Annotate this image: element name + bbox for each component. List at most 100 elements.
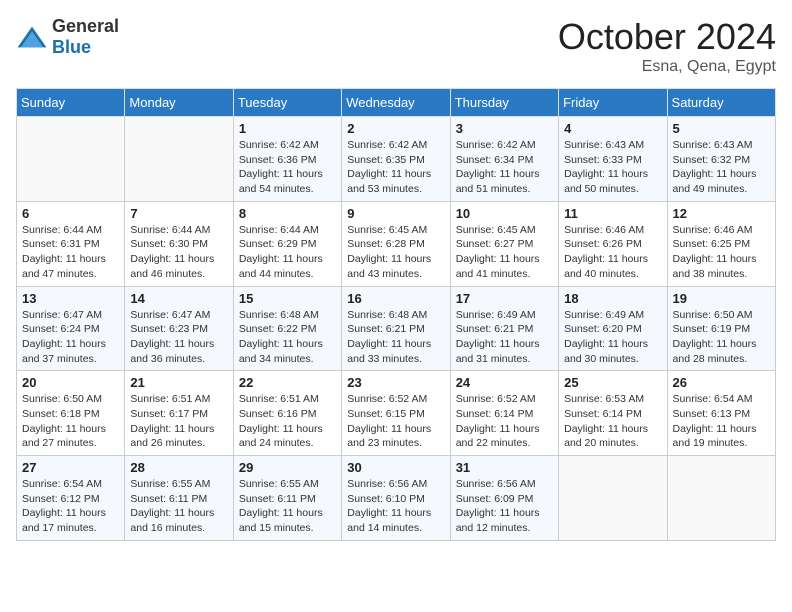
sunrise-text: Sunrise: 6:48 AM [239, 309, 319, 321]
day-number: 31 [456, 460, 553, 475]
daylight-text: Daylight: 11 hours and 44 minutes. [239, 253, 323, 280]
day-number: 29 [239, 460, 336, 475]
sunrise-text: Sunrise: 6:54 AM [673, 393, 753, 405]
table-row: 1Sunrise: 6:42 AMSunset: 6:36 PMDaylight… [233, 117, 341, 202]
page-header: General Blue October 2024 Esna, Qena, Eg… [16, 16, 776, 76]
day-number: 24 [456, 375, 553, 390]
day-info: Sunrise: 6:51 AMSunset: 6:16 PMDaylight:… [239, 392, 336, 451]
sunset-text: Sunset: 6:21 PM [347, 323, 425, 335]
day-number: 14 [130, 291, 227, 306]
daylight-text: Daylight: 11 hours and 41 minutes. [456, 253, 540, 280]
sunset-text: Sunset: 6:31 PM [22, 238, 100, 250]
sunset-text: Sunset: 6:19 PM [673, 323, 751, 335]
sunrise-text: Sunrise: 6:53 AM [564, 393, 644, 405]
daylight-text: Daylight: 11 hours and 30 minutes. [564, 338, 648, 365]
location-title: Esna, Qena, Egypt [558, 58, 776, 76]
daylight-text: Daylight: 11 hours and 47 minutes. [22, 253, 106, 280]
day-number: 10 [456, 206, 553, 221]
sunset-text: Sunset: 6:30 PM [130, 238, 208, 250]
sunset-text: Sunset: 6:20 PM [564, 323, 642, 335]
day-number: 4 [564, 121, 661, 136]
sunrise-text: Sunrise: 6:45 AM [456, 224, 536, 236]
calendar-header-row: Sunday Monday Tuesday Wednesday Thursday… [17, 89, 776, 117]
daylight-text: Daylight: 11 hours and 12 minutes. [456, 507, 540, 534]
day-number: 15 [239, 291, 336, 306]
day-info: Sunrise: 6:55 AMSunset: 6:11 PMDaylight:… [239, 477, 336, 536]
sunset-text: Sunset: 6:21 PM [456, 323, 534, 335]
daylight-text: Daylight: 11 hours and 38 minutes. [673, 253, 757, 280]
logo-icon [16, 25, 48, 49]
daylight-text: Daylight: 11 hours and 17 minutes. [22, 507, 106, 534]
col-wednesday: Wednesday [342, 89, 450, 117]
table-row [667, 456, 775, 541]
table-row: 17Sunrise: 6:49 AMSunset: 6:21 PMDayligh… [450, 286, 558, 371]
table-row: 19Sunrise: 6:50 AMSunset: 6:19 PMDayligh… [667, 286, 775, 371]
table-row: 22 Sunrise: 6:51 AMSunset: 6:16 PMDayligh… [233, 371, 341, 456]
day-info: Sunrise: 6:56 AMSunset: 6:10 PMDaylight:… [347, 477, 444, 536]
sunrise-text: Sunrise: 6:49 AM [456, 309, 536, 321]
day-info: Sunrise: 6:44 AMSunset: 6:29 PMDaylight:… [239, 223, 336, 282]
sunset-text: Sunset: 6:10 PM [347, 493, 425, 505]
day-info: Sunrise: 6:44 AM Sunset: 6:31 PM Daylight:… [22, 223, 119, 282]
day-number: 19 [673, 291, 770, 306]
day-info: Sunrise: 6:47 AMSunset: 6:24 PMDaylight:… [22, 308, 119, 367]
col-tuesday: Tuesday [233, 89, 341, 117]
logo-general: General [52, 16, 119, 36]
sunrise-text: Sunrise: 6:55 AM [239, 478, 319, 490]
table-row: 12Sunrise: 6:46 AMSunset: 6:25 PMDayligh… [667, 201, 775, 286]
sunrise-text: Sunrise: 6:42 AM [456, 139, 536, 151]
sunset-text: Sunset: 6:16 PM [239, 408, 317, 420]
sunrise-text: Sunrise: 6:55 AM [130, 478, 210, 490]
day-number: 16 [347, 291, 444, 306]
table-row: 24 Sunrise: 6:52 AMSunset: 6:14 PMDayligh… [450, 371, 558, 456]
day-info: Sunrise: 6:48 AM Sunset: 6:21 PM Daylight:… [347, 308, 444, 367]
daylight-text: Daylight: 11 hours and 27 minutes. [22, 423, 106, 450]
daylight-text: Daylight: 11 hours and 43 minutes. [347, 253, 431, 280]
sunset-text: Sunset: 6:13 PM [673, 408, 751, 420]
sunset-text: Sunset: 6:27 PM [456, 238, 534, 250]
daylight-text: Daylight: 11 hours and 31 minutes. [456, 338, 540, 365]
daylight-text: Daylight: 11 hours and 26 minutes. [130, 423, 214, 450]
sunrise-text: Sunrise: 6:46 AM [673, 224, 753, 236]
sunrise-text: Sunrise: 6:47 AM [130, 309, 210, 321]
day-info: Sunrise: 6:43 AMSunset: 6:33 PMDaylight:… [564, 138, 661, 197]
sunrise-text: Sunrise: 6:44 AM [22, 224, 102, 236]
sunrise-text: Sunrise: 6:43 AM [564, 139, 644, 151]
day-info: Sunrise: 6:49 AM Sunset: 6:21 PM Daylight:… [456, 308, 553, 367]
sunrise-text: Sunrise: 6:48 AM [347, 309, 427, 321]
sunset-text: Sunset: 6:35 PM [347, 154, 425, 166]
day-info: Sunrise: 6:42 AMSunset: 6:34 PMDaylight:… [456, 138, 553, 197]
logo-text: General Blue [52, 16, 119, 58]
day-info: Sunrise: 6:52 AMSunset: 6:14 PMDaylight:… [456, 392, 553, 451]
table-row: 18Sunrise: 6:49 AMSunset: 6:20 PMDayligh… [559, 286, 667, 371]
day-number: 22 [239, 375, 336, 390]
col-friday: Friday [559, 89, 667, 117]
table-row: 2Sunrise: 6:42 AMSunset: 6:35 PMDaylight… [342, 117, 450, 202]
table-row: 13Sunrise: 6:47 AMSunset: 6:24 PMDayligh… [17, 286, 125, 371]
daylight-text: Daylight: 11 hours and 20 minutes. [564, 423, 648, 450]
sunrise-text: Sunrise: 6:50 AM [673, 309, 753, 321]
daylight-text: Daylight: 11 hours and 50 minutes. [564, 168, 648, 195]
day-number: 11 [564, 206, 661, 221]
daylight-text: Daylight: 11 hours and 34 minutes. [239, 338, 323, 365]
table-row: 28Sunrise: 6:55 AMSunset: 6:11 PMDayligh… [125, 456, 233, 541]
daylight-text: Daylight: 11 hours and 19 minutes. [673, 423, 757, 450]
month-title: October 2024 [558, 16, 776, 58]
sunset-text: Sunset: 6:23 PM [130, 323, 208, 335]
table-row: 27Sunrise: 6:54 AMSunset: 6:12 PMDayligh… [17, 456, 125, 541]
table-row: 7Sunrise: 6:44 AMSunset: 6:30 PMDaylight… [125, 201, 233, 286]
day-number: 25 [564, 375, 661, 390]
table-row: 21Sunrise: 6:51 AMSunset: 6:17 PMDayligh… [125, 371, 233, 456]
table-row: 14Sunrise: 6:47 AMSunset: 6:23 PMDayligh… [125, 286, 233, 371]
sunset-text: Sunset: 6:15 PM [347, 408, 425, 420]
sunrise-text: Sunrise: 6:47 AM [22, 309, 102, 321]
table-row: 11Sunrise: 6:46 AMSunset: 6:26 PMDayligh… [559, 201, 667, 286]
sunset-text: Sunset: 6:36 PM [239, 154, 317, 166]
sunrise-text: Sunrise: 6:50 AM [22, 393, 102, 405]
daylight-text: Daylight: 11 hours and 22 minutes. [456, 423, 540, 450]
sunset-text: Sunset: 6:18 PM [22, 408, 100, 420]
sunset-text: Sunset: 6:28 PM [347, 238, 425, 250]
daylight-text: Daylight: 11 hours and 33 minutes. [347, 338, 431, 365]
sunset-text: Sunset: 6:32 PM [673, 154, 751, 166]
daylight-text: Daylight: 11 hours and 51 minutes. [456, 168, 540, 195]
